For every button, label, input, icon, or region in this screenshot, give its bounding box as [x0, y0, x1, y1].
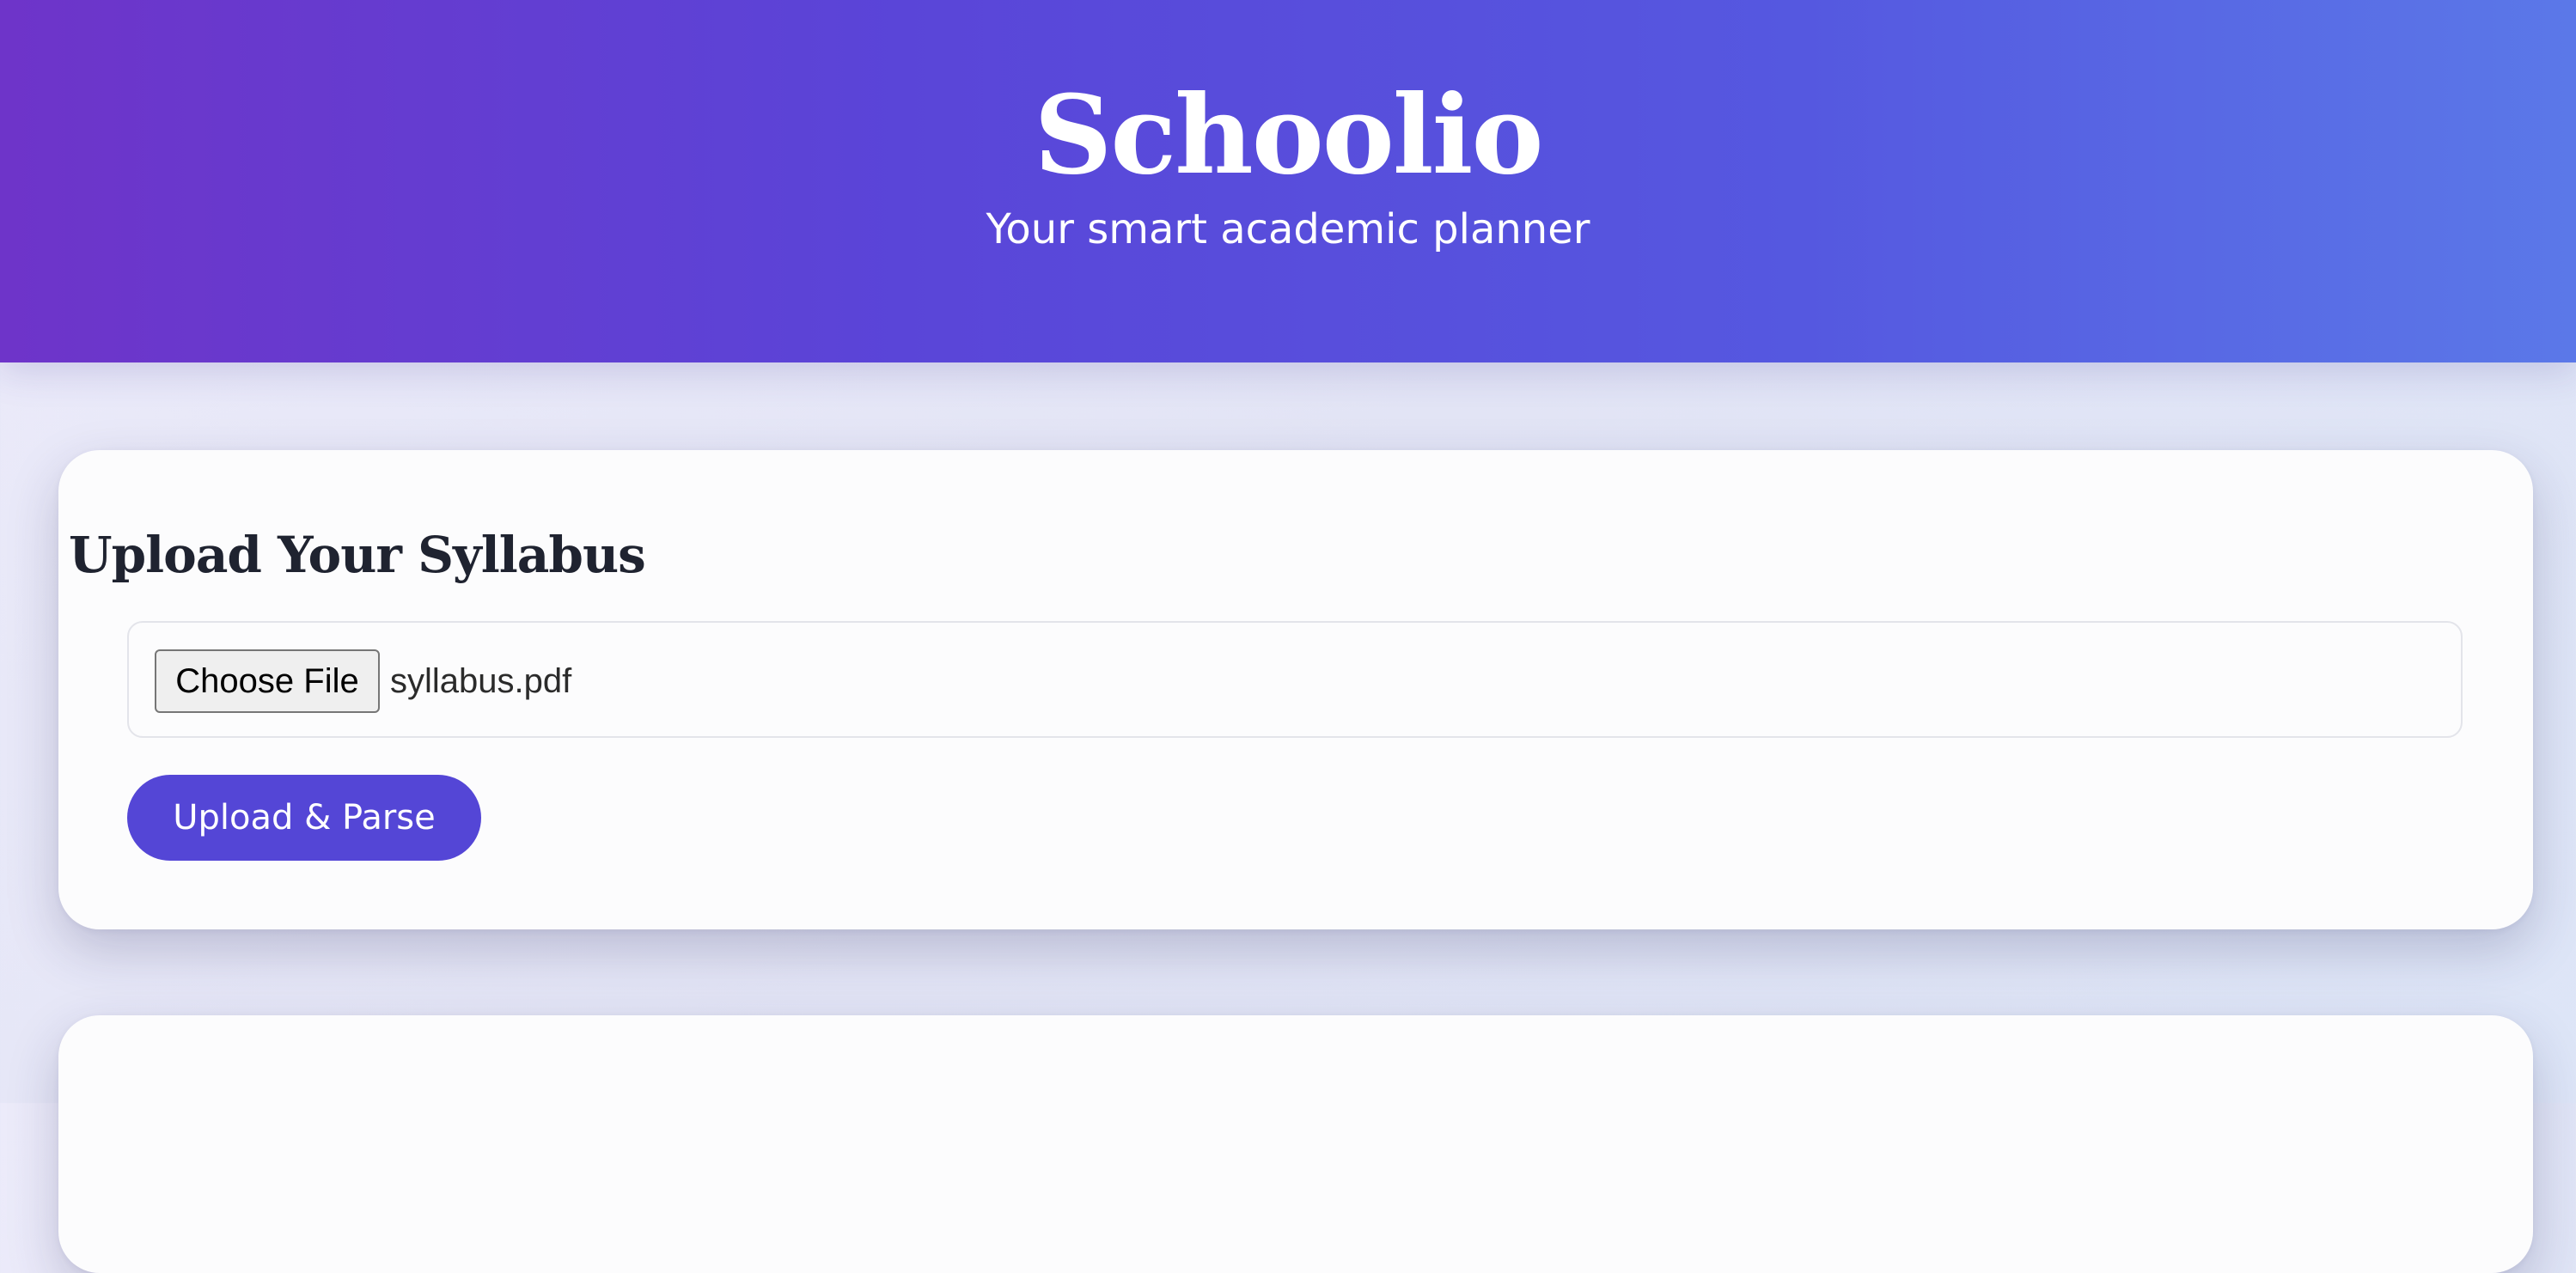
upload-parse-button[interactable]: Upload & Parse	[127, 775, 481, 861]
next-card	[58, 1015, 2533, 1273]
upload-card-heading: Upload Your Syllabus	[69, 526, 646, 584]
app-header: Schoolio Your smart academic planner	[0, 0, 2576, 362]
selected-file-name: syllabus.pdf	[390, 662, 572, 700]
app-title: Schoolio	[1034, 71, 1543, 198]
app-subtitle: Your smart academic planner	[986, 205, 1590, 253]
choose-file-button[interactable]: Choose File	[155, 649, 380, 713]
